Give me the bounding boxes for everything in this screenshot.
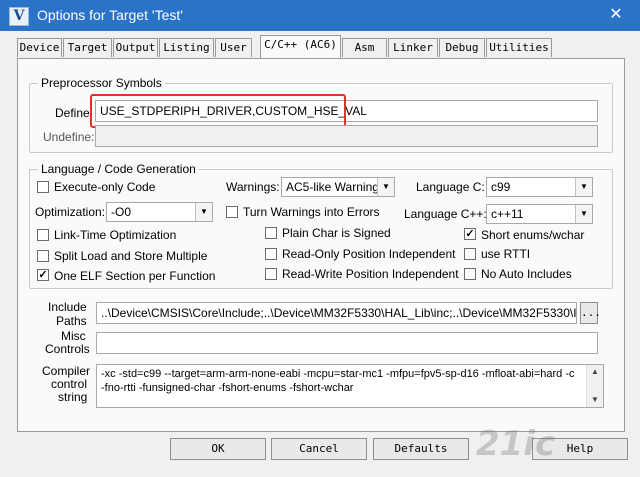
no-auto-includes-label: No Auto Includes <box>481 267 572 281</box>
include-browse-button[interactable]: ... <box>580 302 601 324</box>
chevron-down-icon: ▼ <box>195 203 212 221</box>
one-elf-label: One ELF Section per Function <box>54 269 216 283</box>
compiler-string-line-1: -xc -std=c99 --target=arm-arm-none-eabi … <box>101 368 575 380</box>
undefine-label: Undefine: <box>43 130 95 144</box>
ro-pi-label: Read-Only Position Independent <box>282 247 456 261</box>
tab-asm[interactable]: Asm <box>342 38 387 57</box>
include-paths-field[interactable]: ..\Device\CMSIS\Core\Include;..\Device\M… <box>96 302 577 324</box>
cancel-button[interactable]: Cancel <box>271 438 367 460</box>
undefine-field[interactable] <box>95 125 598 147</box>
rw-pi-label: Read-Write Position Independent <box>282 267 459 281</box>
use-rtti-checkbox[interactable] <box>464 248 476 260</box>
warnings-label: Warnings: <box>226 180 280 194</box>
include-label: Include <box>48 300 87 314</box>
defaults-button[interactable]: Defaults <box>373 438 469 460</box>
short-enums-label: Short enums/wchar <box>481 228 585 242</box>
execute-only-label: Execute-only Code <box>54 180 156 194</box>
compiler-string-line-2: -fno-rtti -funsigned-char -fshort-enums … <box>101 382 354 394</box>
compiler-string-scrollbar[interactable]: ▲ ▼ <box>586 365 603 407</box>
lto-label: Link-Time Optimization <box>54 228 177 242</box>
define-label: Define: <box>55 106 94 120</box>
turn-warnings-checkbox[interactable] <box>226 206 238 218</box>
ok-button[interactable]: OK <box>170 438 266 460</box>
scroll-up-icon[interactable]: ▲ <box>587 365 603 379</box>
close-button[interactable]: ✕ <box>600 4 632 26</box>
language-cpp-label: Language C++: <box>404 207 487 221</box>
chevron-down-icon: ▼ <box>575 178 592 196</box>
execute-only-checkbox[interactable] <box>37 181 49 193</box>
window-title: Options for Target 'Test' <box>37 7 183 23</box>
title-bar: V Options for Target 'Test' ✕ <box>0 0 640 31</box>
options-dialog: V Options for Target 'Test' ✕ Device Tar… <box>0 0 640 477</box>
define-highlight-box <box>90 94 346 128</box>
warnings-select[interactable]: AC5-like Warnings ▼ <box>281 177 395 197</box>
tab-cpp-ac6[interactable]: C/C++ (AC6) <box>260 35 341 58</box>
ro-pi-checkbox[interactable] <box>265 248 277 260</box>
no-auto-includes-checkbox[interactable] <box>464 268 476 280</box>
lto-checkbox[interactable] <box>37 229 49 241</box>
language-cpp-select[interactable]: c++11 ▼ <box>486 204 593 224</box>
short-enums-checkbox[interactable]: ✓ <box>464 228 476 240</box>
misc-controls-label: Controls <box>45 342 90 356</box>
compiler-label: Compiler <box>42 364 91 378</box>
tab-linker[interactable]: Linker <box>388 38 438 57</box>
tab-debug[interactable]: Debug <box>439 38 485 57</box>
split-load-checkbox[interactable] <box>37 250 49 262</box>
plain-char-checkbox[interactable] <box>265 227 277 239</box>
split-load-label: Split Load and Store Multiple <box>54 249 208 263</box>
tab-target[interactable]: Target <box>63 38 112 57</box>
preprocessor-legend: Preprocessor Symbols <box>38 76 165 90</box>
scroll-down-icon[interactable]: ▼ <box>587 393 603 407</box>
tab-output[interactable]: Output <box>113 38 158 57</box>
plain-char-label: Plain Char is Signed <box>282 226 391 240</box>
optimization-select[interactable]: -O0 ▼ <box>106 202 213 222</box>
uvision-icon: V <box>9 7 29 26</box>
optimization-label: Optimization: <box>35 205 106 219</box>
tab-utilities[interactable]: Utilities <box>486 38 552 57</box>
language-c-select[interactable]: c99 ▼ <box>486 177 593 197</box>
warnings-value: AC5-like Warnings <box>286 180 385 194</box>
one-elf-checkbox[interactable]: ✓ <box>37 269 49 281</box>
language-c-value: c99 <box>491 180 511 194</box>
compiler-control-label: control <box>51 377 88 391</box>
language-c-label: Language C: <box>416 180 485 194</box>
chevron-down-icon: ▼ <box>377 178 394 196</box>
optimization-value: -O0 <box>111 205 132 219</box>
rw-pi-checkbox[interactable] <box>265 268 277 280</box>
chevron-down-icon: ▼ <box>575 205 592 223</box>
language-legend: Language / Code Generation <box>38 162 199 176</box>
tab-device[interactable]: Device <box>17 38 62 57</box>
tab-listing[interactable]: Listing <box>159 38 214 57</box>
misc-label: Misc <box>61 329 86 343</box>
cpp-options-panel: Preprocessor Symbols Define: USE_STDPERI… <box>17 58 625 432</box>
use-rtti-label: use RTTI <box>481 247 531 261</box>
compiler-string-label: string <box>58 390 88 404</box>
watermark-logo: 21ic <box>476 424 556 464</box>
tab-user[interactable]: User <box>215 38 252 57</box>
turn-warnings-label: Turn Warnings into Errors <box>243 205 380 219</box>
language-cpp-value: c++11 <box>491 207 524 221</box>
include-paths-label: Paths <box>56 314 87 328</box>
misc-controls-field[interactable] <box>96 332 598 354</box>
compiler-control-string: -xc -std=c99 --target=arm-arm-none-eabi … <box>96 364 604 408</box>
